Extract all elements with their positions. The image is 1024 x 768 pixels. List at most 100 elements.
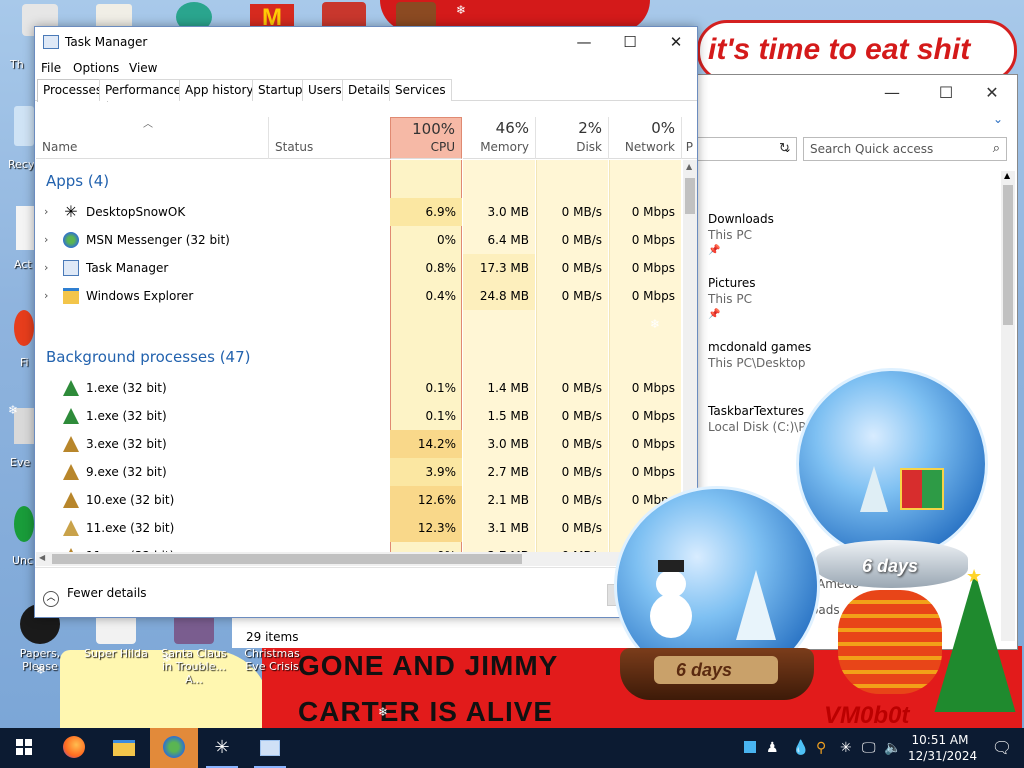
quick-access-item[interactable]: Downloads This PC 📌 [708, 211, 774, 259]
windows-logo-icon [16, 739, 32, 755]
search-icon: ⌕ [992, 141, 1000, 156]
process-row[interactable]: 1.exe (32 bit) 0.1% 1.4 MB 0 MB/s 0 Mbps [36, 374, 684, 402]
expand-icon[interactable]: › [44, 226, 48, 254]
volume-muted-icon[interactable]: 🔈 [884, 728, 901, 768]
expand-icon[interactable]: › [44, 254, 48, 282]
desktop-icon-left-1[interactable] [14, 106, 34, 146]
horizontal-scrollbar[interactable]: ◀ [36, 552, 684, 566]
memory-value: 3.0 MB [487, 205, 529, 219]
disk-label: Disk [576, 140, 602, 154]
process-row[interactable]: 1.exe (32 bit) 0.1% 1.5 MB 0 MB/s 0 Mbps [36, 402, 684, 430]
column-header-name[interactable]: Name [36, 117, 268, 159]
file-explorer-icon[interactable] [100, 728, 148, 768]
snow-globe-right [796, 368, 988, 560]
tree-icon [63, 436, 79, 452]
column-header-disk[interactable]: 2% Disk [536, 117, 608, 159]
tray-square-icon[interactable] [744, 728, 756, 768]
refresh-icon[interactable]: ↻ [779, 141, 790, 156]
desktop-icon-left-3[interactable] [14, 310, 34, 346]
scrollbar-thumb[interactable] [685, 178, 695, 214]
process-row[interactable]: 10.exe (32 bit) 12.6% 2.1 MB 0 MB/s 0 Mb… [36, 486, 684, 514]
tray-people-icon[interactable]: ♟ [766, 728, 779, 768]
process-row[interactable]: › MSN Messenger (32 bit) 0% 6.4 MB 0 MB/… [36, 226, 684, 254]
item-name: Pictures [708, 276, 756, 290]
scrollbar-thumb[interactable] [52, 554, 522, 564]
item-name: Downloads [708, 212, 774, 226]
task-manager-titlebar[interactable]: Task Manager — ☐ ✕ [35, 27, 697, 57]
tab-app-history[interactable]: App history [179, 79, 260, 101]
minimize-button[interactable]: — [561, 27, 607, 57]
column-header-memory[interactable]: 46% Memory [463, 117, 535, 159]
column-header-cpu[interactable]: 100% CPU [390, 117, 462, 159]
tab-users[interactable]: Users [302, 79, 348, 101]
snowflake-icon: ❄ [8, 403, 19, 417]
explorer-scrollbar[interactable]: ▲ [1001, 171, 1015, 641]
disk-value: 0 MB/s [561, 437, 602, 451]
clock-date: 12/31/2024 [908, 749, 978, 763]
network-value: 0 Mbps [631, 233, 675, 247]
close-icon[interactable]: ✕ [969, 83, 1015, 102]
process-row[interactable]: 11.exe (32 bit) 0% 2.7 MB 0 MB/s 0 Mbps [36, 542, 684, 552]
memory-value: 17.3 MB [463, 254, 535, 282]
quick-access-item[interactable]: Pictures This PC 📌 [708, 275, 756, 323]
desktop-icon-top-6[interactable] [396, 2, 436, 28]
disk-value: 0 MB/s [561, 233, 602, 247]
scroll-up-icon[interactable]: ▲ [1004, 171, 1010, 180]
item-location: This PC [708, 292, 752, 306]
network-total: 0% [651, 119, 675, 137]
tray-search-icon[interactable]: ⚲ [816, 728, 826, 768]
tray-drop-icon[interactable]: 💧 [792, 728, 809, 768]
cpu-value: 0.1% [425, 381, 457, 395]
cpu-value: 12.3% [390, 514, 462, 542]
tray-snowflake-icon[interactable]: ✳ [840, 728, 852, 768]
memory-value: 24.8 MB [463, 282, 535, 310]
disk-value: 0 MB/s [561, 381, 602, 395]
process-row[interactable]: › Windows Explorer 0.4% 24.8 MB 0 MB/s 0… [36, 282, 684, 310]
desktop-icon-left-2[interactable] [16, 206, 34, 250]
task-manager-taskbar-icon[interactable] [246, 728, 294, 768]
menu-file[interactable]: File [41, 61, 61, 75]
process-row[interactable]: › Task Manager 0.8% 17.3 MB 0 MB/s 0 Mbp… [36, 254, 684, 282]
start-button[interactable] [0, 728, 48, 768]
maximize-icon[interactable]: ☐ [923, 83, 969, 102]
expand-icon[interactable]: › [44, 198, 48, 226]
task-manager-window[interactable]: Task Manager — ☐ ✕ File Options View Pro… [34, 26, 698, 618]
search-placeholder: Search Quick access [810, 142, 934, 156]
fewer-details-button[interactable]: ︿ Fewer details [43, 586, 147, 607]
maximize-button[interactable]: ☐ [607, 27, 653, 57]
tab-processes[interactable]: Processes [37, 79, 109, 102]
network-value: 0 Mbps [631, 437, 675, 451]
process-row[interactable]: › ✳ DesktopSnowOK 6.9% 3.0 MB 0 MB/s 0 M… [36, 198, 684, 226]
red-coil-decoration [838, 590, 942, 694]
menu-view[interactable]: View [129, 61, 157, 75]
column-header-power[interactable]: P [682, 117, 697, 159]
expand-icon[interactable]: › [44, 282, 48, 310]
taskbar-clock[interactable]: 10:51 AM 12/31/2024 [908, 732, 978, 764]
column-header-network[interactable]: 0% Network [609, 117, 681, 159]
tab-details[interactable]: Details [342, 79, 396, 101]
process-row[interactable]: 11.exe (32 bit) 12.3% 3.1 MB 0 MB/s 0 Mb [36, 514, 684, 542]
chevron-down-icon[interactable]: ⌄ [993, 112, 1003, 126]
disk-value: 0 MB/s [561, 521, 602, 535]
explorer-search-input[interactable]: Search Quick access ⌕ [803, 137, 1007, 161]
process-row[interactable]: 9.exe (32 bit) 3.9% 2.7 MB 0 MB/s 0 Mbps [36, 458, 684, 486]
tab-services[interactable]: Services [389, 79, 452, 101]
scroll-left-icon[interactable]: ◀ [39, 553, 45, 562]
firefox-icon[interactable] [50, 728, 98, 768]
network-icon[interactable]: 🖵 [862, 728, 876, 768]
snowflake-taskbar-icon[interactable]: ✳ [198, 728, 246, 768]
tab-startup[interactable]: Startup [252, 79, 309, 101]
process-row[interactable]: 3.exe (32 bit) 14.2% 3.0 MB 0 MB/s 0 Mbp… [36, 430, 684, 458]
column-header-status[interactable]: Status [269, 117, 390, 159]
close-button[interactable]: ✕ [653, 27, 699, 57]
scroll-up-icon[interactable]: ▲ [686, 162, 692, 171]
item-count: 29 items [246, 630, 299, 644]
menu-options[interactable]: Options [73, 61, 119, 75]
scrollbar-thumb[interactable] [1003, 185, 1013, 325]
msn-messenger-taskbar-icon[interactable] [150, 728, 198, 768]
tab-performance[interactable]: Performance [99, 79, 188, 101]
quick-access-item[interactable]: mcdonald games This PC\Desktop [708, 339, 811, 371]
desktop-icon-left-5[interactable] [14, 506, 34, 542]
notification-center-icon[interactable]: 🗨 [980, 728, 1024, 768]
minimize-icon[interactable]: — [869, 83, 915, 102]
